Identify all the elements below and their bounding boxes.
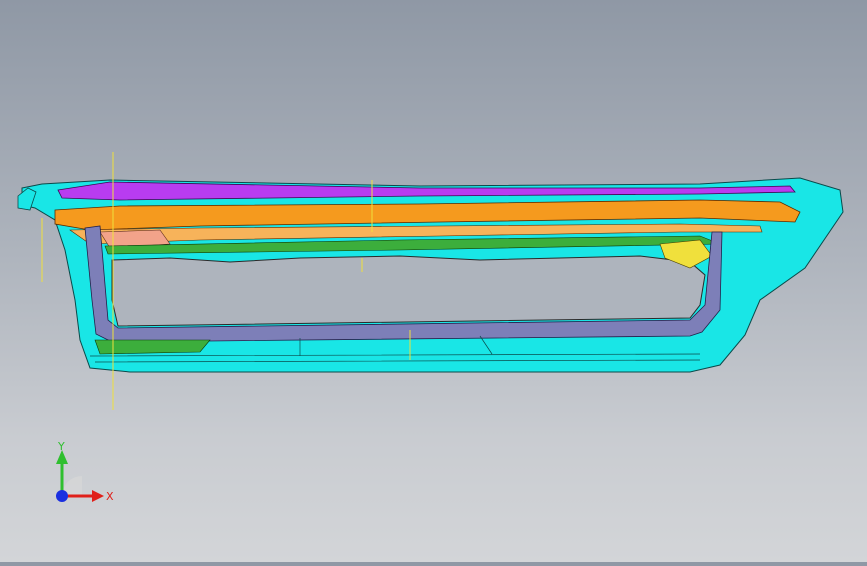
inner-opening [111, 255, 706, 327]
lower-rail-part[interactable] [94, 339, 211, 355]
z-axis-icon [56, 490, 68, 502]
cad-viewport[interactable]: Y X [0, 0, 867, 562]
x-axis-label: X [106, 490, 114, 503]
coordinate-triad[interactable]: Y X [40, 438, 120, 512]
model-canvas[interactable] [0, 0, 867, 562]
y-axis-label: Y [57, 440, 65, 453]
